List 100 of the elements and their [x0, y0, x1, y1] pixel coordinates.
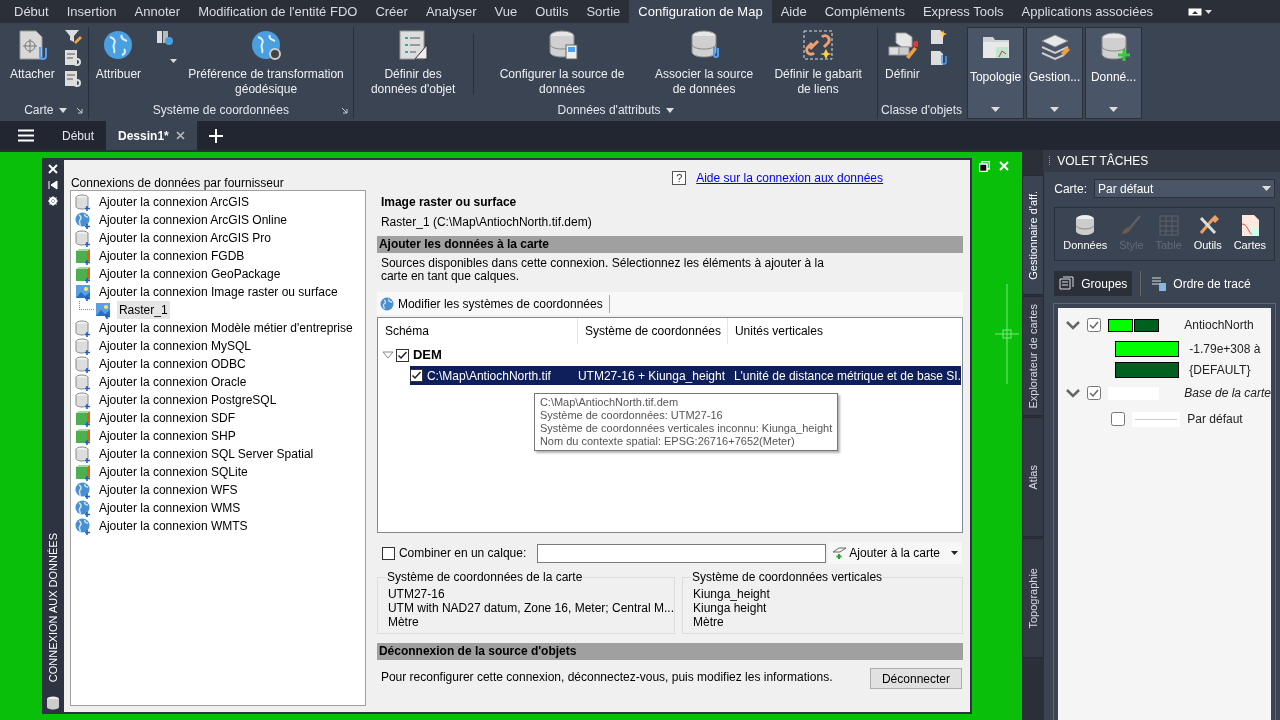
help-link[interactable]: Aide sur la connexion aux données — [696, 169, 883, 187]
ribbon-button[interactable]: Configurer la source de données — [478, 27, 647, 97]
provider-item[interactable]: Ajouter la connexion SQLite — [96, 463, 250, 481]
ribbon-tab[interactable]: Modification de l'entité FDO — [189, 0, 367, 23]
ribbon-button[interactable]: Attribuer — [91, 27, 146, 82]
tool-button[interactable]: Données — [1063, 214, 1108, 254]
side-tab[interactable]: Atlas — [1022, 417, 1045, 537]
disconnect-button[interactable]: Déconnecter — [869, 668, 962, 689]
ribbon-panel-button[interactable]: Topologie — [967, 27, 1025, 119]
layers-icon — [1059, 275, 1076, 292]
ribbon-button[interactable]: Attacher — [6, 27, 59, 82]
ribbon-tab[interactable]: Express Tools — [913, 0, 1013, 23]
column-header[interactable]: Système de coordonnées — [577, 318, 728, 344]
menu-button[interactable] — [18, 129, 34, 142]
provider-item[interactable]: Ajouter la connexion SDF — [96, 409, 237, 427]
raster-icon — [74, 283, 92, 301]
provider-item[interactable]: Ajouter la connexion FGDB — [96, 247, 247, 265]
ribbon-panel-button[interactable]: Gestion... — [1026, 27, 1084, 119]
file-tab[interactable]: Début — [50, 121, 107, 150]
provider-item[interactable]: Ajouter la connexion WMTS — [96, 517, 250, 535]
checkbox[interactable] — [409, 369, 423, 382]
file-tab[interactable]: Dessin1* — [106, 121, 197, 150]
new-tab-button[interactable] — [208, 128, 223, 143]
ribbon-button[interactable]: Définir le gabarit de liens — [762, 27, 875, 97]
provider-item[interactable]: Ajouter la connexion GeoPackage — [96, 265, 283, 283]
ribbon-panel-button[interactable]: Donné... — [1085, 27, 1143, 119]
ribbon-tab[interactable]: Analyser — [416, 0, 486, 23]
ribbon-tab[interactable]: Annoter — [125, 0, 190, 23]
provider-item[interactable]: Ajouter la connexion ArcGIS Pro — [96, 229, 273, 247]
group-box-title: Système de coordonnées de la carte — [385, 570, 584, 584]
table-cell-text: L'unité de distance métrique et de base SI. — [732, 367, 961, 385]
ribbon-tab[interactable]: Applications associées — [1012, 0, 1163, 23]
layer-name[interactable]: AntiochNorth — [1184, 316, 1254, 334]
close-button[interactable] — [47, 164, 58, 174]
map-select[interactable]: Par défaut — [1093, 179, 1275, 198]
ribbon-tab[interactable]: Sortie — [577, 0, 630, 23]
ribbon-button[interactable]: Définir des données d'objet — [357, 27, 470, 97]
ribbon-button[interactable]: Définir — [881, 27, 924, 82]
provider-item[interactable]: Ajouter la connexion WMS — [96, 499, 243, 517]
small-tool-button[interactable] — [63, 28, 82, 45]
provider-item[interactable]: Ajouter la connexion ArcGIS — [96, 193, 251, 211]
ribbon-tab[interactable]: Outils — [526, 0, 578, 23]
provider-item[interactable]: Ajouter la connexion SHP — [96, 427, 238, 445]
provider-item[interactable]: Ajouter la connexion Modèle métier d'entreprise — [96, 319, 355, 337]
tool-button[interactable]: Outils — [1193, 214, 1222, 254]
view-toggle[interactable]: Ordre de tracé — [1140, 271, 1256, 296]
tool-icon — [688, 29, 721, 61]
small-tool-button[interactable] — [63, 70, 82, 87]
ribbon-button[interactable]: Associer la source de données — [648, 27, 761, 97]
ribbon-tab[interactable]: Compléments — [815, 0, 914, 23]
table-cell-text: C:\Map\AntiochNorth.tif — [425, 367, 552, 385]
ribbon-tab[interactable]: Aide — [771, 0, 816, 23]
provider-item[interactable]: Ajouter la connexion Image raster ou surface — [96, 283, 340, 301]
provider-item[interactable]: Ajouter la connexion ODBC — [96, 355, 248, 373]
checkbox[interactable] — [381, 546, 395, 560]
side-tab[interactable]: Explorateur de cartes — [1022, 296, 1045, 416]
ribbon-button[interactable]: Préférence de transformation géodésique — [182, 27, 351, 97]
chevron-down-icon[interactable] — [1066, 320, 1081, 330]
database-icon — [74, 319, 92, 337]
ribbon-tab[interactable]: Début — [5, 0, 58, 23]
chevron-down-icon[interactable] — [1066, 388, 1081, 398]
provider-item[interactable]: Ajouter la connexion PostgreSQL — [96, 391, 279, 409]
provider-item[interactable]: Ajouter la connexion ArcGIS Online — [96, 211, 289, 229]
column-header[interactable]: Unités verticales — [727, 318, 962, 344]
side-tab[interactable]: Topographie — [1022, 538, 1045, 658]
tree-item[interactable]: Raster_1 — [116, 301, 170, 319]
source-type: Image raster ou surface — [379, 194, 518, 211]
checkbox[interactable] — [1087, 318, 1102, 332]
layer-name[interactable]: Base de la carte — [1184, 384, 1271, 402]
info-line: Kiunga_height — [693, 587, 771, 601]
panel-toggle-icon — [1188, 7, 1203, 16]
checkbox[interactable] — [1087, 386, 1102, 400]
tool-icon — [928, 49, 947, 66]
column-header[interactable]: Schéma — [377, 318, 578, 344]
close-icon — [175, 131, 185, 140]
side-tab[interactable]: Gestionnaire d'aff. — [1022, 175, 1045, 295]
input-field[interactable] — [537, 543, 827, 563]
ribbon-tab[interactable]: Vue — [485, 0, 527, 23]
view-toggle[interactable]: Groupes — [1054, 271, 1133, 296]
tooltip-line: Système de coordonnées: UTM27-16 — [539, 409, 724, 422]
restore-button[interactable] — [979, 161, 990, 172]
small-tool-button[interactable] — [928, 49, 947, 66]
pin-button[interactable] — [47, 180, 58, 190]
checkbox[interactable] — [1111, 412, 1126, 426]
draw-order-icon — [1151, 275, 1168, 292]
provider-item[interactable]: Ajouter la connexion MySQL — [96, 337, 253, 355]
settings-button[interactable] — [47, 196, 58, 206]
add-to-map-button[interactable]: Ajouter à la carte — [828, 542, 963, 564]
provider-item[interactable]: Ajouter la connexion WFS — [96, 481, 240, 499]
database-icon — [74, 445, 92, 463]
small-tool-button[interactable] — [928, 28, 947, 45]
provider-item[interactable]: Ajouter la connexion SQL Server Spatial — [96, 445, 316, 463]
provider-item[interactable]: Ajouter la connexion Oracle — [96, 373, 249, 391]
table-row[interactable]: C:\Map\AntiochNorth.tif UTM27-16 + Kiunga_height L'unité de distance métrique et de base SI. — [409, 366, 961, 385]
ribbon-tab[interactable]: Configuration de Map — [629, 0, 772, 23]
small-tool-button[interactable] — [63, 49, 82, 66]
tool-button[interactable]: Cartes — [1233, 214, 1267, 254]
add-layer-icon — [832, 547, 847, 559]
ribbon-tab[interactable]: Insertion — [57, 0, 126, 23]
ribbon-tab[interactable]: Créer — [366, 0, 417, 23]
